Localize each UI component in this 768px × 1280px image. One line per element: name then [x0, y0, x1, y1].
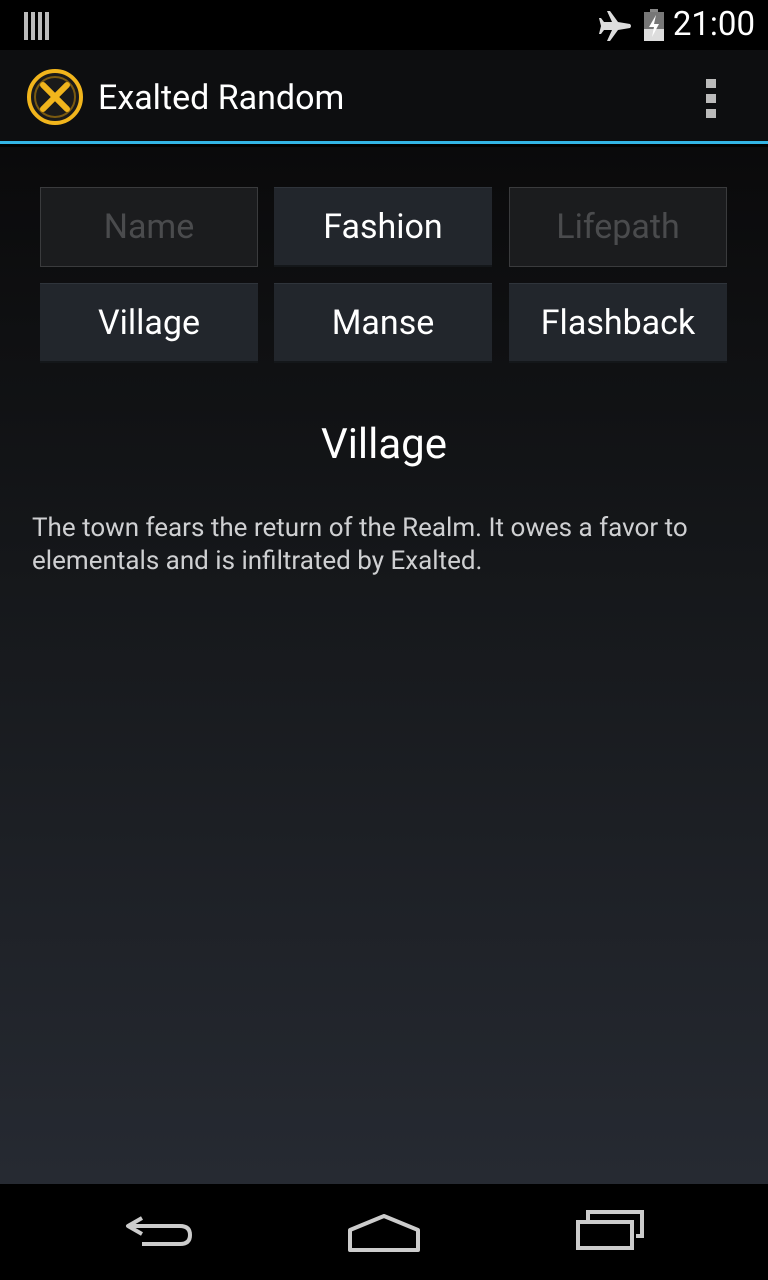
- overflow-menu-icon[interactable]: [697, 74, 727, 124]
- village-button[interactable]: Village: [40, 283, 258, 363]
- action-bar: Exalted Random: [0, 50, 768, 144]
- signal-bars-icon: [24, 12, 50, 44]
- manse-button[interactable]: Manse: [274, 283, 492, 363]
- flashback-button[interactable]: Flashback: [509, 283, 727, 363]
- back-icon[interactable]: [122, 1206, 196, 1260]
- main-content: Name Fashion Lifepath Village Manse Flas…: [0, 147, 768, 1184]
- battery-charging-icon: [642, 9, 666, 45]
- name-button[interactable]: Name: [40, 187, 258, 267]
- home-icon[interactable]: [346, 1206, 422, 1260]
- result-title: Village: [320, 420, 448, 469]
- recent-apps-icon[interactable]: [574, 1206, 646, 1260]
- app-title: Exalted Random: [98, 78, 345, 118]
- app-logo-icon[interactable]: [26, 68, 84, 130]
- clock: 21:00: [672, 5, 755, 44]
- fashion-button[interactable]: Fashion: [274, 187, 492, 267]
- navigation-bar: [0, 1184, 768, 1280]
- status-bar: 21:00: [0, 0, 768, 50]
- airplane-mode-icon: [598, 10, 632, 46]
- lifepath-button[interactable]: Lifepath: [509, 187, 727, 267]
- result-text: The town fears the return of the Realm. …: [32, 513, 688, 576]
